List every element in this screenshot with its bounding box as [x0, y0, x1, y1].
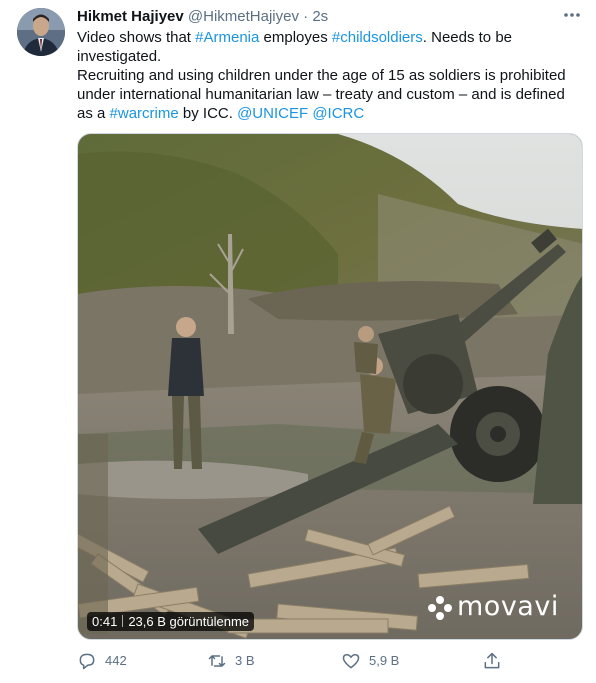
mention-unicef[interactable]: @UNICEF — [237, 105, 308, 122]
reply-button[interactable]: 442 — [77, 649, 127, 673]
video-duration: 0:41 — [92, 614, 118, 629]
author-handle[interactable]: @HikmetHajiyev — [188, 8, 299, 25]
retweet-icon — [208, 655, 226, 667]
more-horizontal-icon — [564, 13, 580, 17]
watermark-text: movavi — [457, 591, 559, 622]
hashtag-warcrime[interactable]: #warcrime — [110, 105, 179, 122]
avatar-image — [17, 8, 65, 56]
reply-count: 442 — [105, 653, 127, 668]
header-separator: · — [303, 8, 309, 25]
tweet-text: Video shows that #Armenia employes #chil… — [77, 28, 582, 123]
mention-icrc[interactable]: @ICRC — [312, 105, 364, 122]
tweet-paragraph-2: Recruiting and using children under the … — [77, 66, 582, 123]
movavi-watermark: movavi — [427, 591, 559, 623]
share-icon — [484, 652, 500, 669]
hashtag-armenia[interactable]: #Armenia — [195, 29, 259, 46]
text-span: employes — [259, 29, 332, 46]
retweet-button[interactable]: 3 B — [207, 649, 255, 673]
share-button[interactable] — [482, 649, 510, 673]
like-count: 5,9 B — [369, 653, 400, 668]
author-name[interactable]: Hikmet Hajiyev — [77, 8, 184, 25]
badge-divider — [122, 615, 124, 627]
tweet-actions: 442 3 B 5,9 B — [77, 649, 582, 673]
tweet-paragraph-1: Video shows that #Armenia employes #chil… — [77, 28, 582, 66]
movavi-logo-icon — [428, 595, 452, 620]
video-views: 23,6 B görüntülenme — [128, 614, 250, 629]
tweet-time[interactable]: 2s — [312, 8, 328, 25]
reply-icon — [79, 653, 95, 670]
hashtag-childsoldiers[interactable]: #childsoldiers — [332, 29, 423, 46]
tweet-header: Hikmet Hajiyev @HikmetHajiyev · 2s — [77, 8, 328, 26]
text-span: Video shows that — [77, 29, 196, 46]
heart-icon — [342, 654, 360, 669]
avatar[interactable] — [17, 8, 65, 56]
like-button[interactable]: 5,9 B — [341, 649, 399, 673]
retweet-count: 3 B — [235, 653, 255, 668]
text-span: by ICC. — [178, 105, 238, 122]
video-player[interactable] — [77, 133, 583, 640]
more-options-button[interactable] — [560, 6, 584, 26]
video-duration-badge: 0:41 23,6 B görüntülenme — [87, 612, 255, 631]
video-frame — [78, 134, 582, 639]
